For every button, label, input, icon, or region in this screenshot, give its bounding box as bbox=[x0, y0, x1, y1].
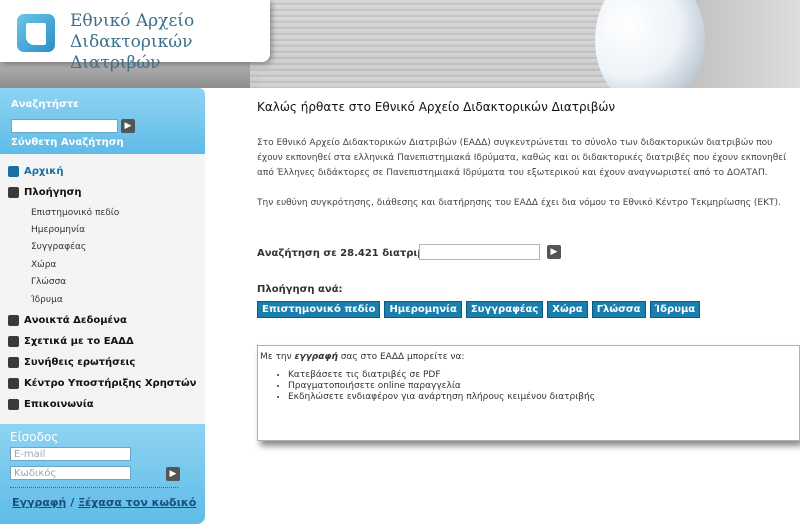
login-button[interactable]: ▶ bbox=[166, 467, 180, 481]
browse-author-button[interactable]: Συγγραφέας bbox=[465, 301, 544, 318]
sidebar-item-label: Συνήθεις ερωτήσεις bbox=[24, 357, 136, 368]
sidebar-item-navigation[interactable]: Πλοήγηση bbox=[8, 187, 82, 198]
sidebar-item-open-data[interactable]: Ανοικτά Δεδομένα bbox=[8, 315, 127, 326]
registration-suffix: σας στο ΕΑΔΔ μπορείτε να: bbox=[337, 352, 465, 362]
sidebar-item-label: Επικοινωνία bbox=[24, 399, 94, 410]
sidebar-item-faq[interactable]: Συνήθεις ερωτήσεις bbox=[8, 357, 135, 368]
page-curl-graphic bbox=[595, 0, 705, 88]
sidebar-item-label: Σχετικά με το ΕΑΔΔ bbox=[24, 336, 134, 347]
registration-benefits-list: Κατεβάσετε τις διατριβές σε PDF Πραγματο… bbox=[276, 370, 595, 403]
faq-icon bbox=[8, 357, 19, 368]
main-content: Καλώς ήρθατε στο Εθνικό Αρχείο Διδακτορι… bbox=[257, 88, 800, 532]
sidebar-subitem-language[interactable]: Γλώσσα bbox=[31, 277, 66, 287]
registration-title: Με την εγγραφή σας στο ΕΑΔΔ μπορείτε να: bbox=[260, 352, 464, 362]
open-data-icon bbox=[8, 315, 19, 326]
list-item: Κατεβάσετε τις διατριβές σε PDF bbox=[288, 370, 595, 381]
sidebar-item-home[interactable]: Αρχική bbox=[8, 166, 63, 177]
registration-link[interactable]: εγγραφή bbox=[295, 352, 338, 362]
login-links: Εγγραφή / Ξέχασα τον κωδικό bbox=[12, 496, 196, 509]
browse-date-button[interactable]: Ημερομηνία bbox=[384, 301, 462, 318]
header-banner: Εθνικό Αρχείο Διδακτορικών Διατριβών bbox=[0, 0, 800, 88]
sidebar-search-panel: Αναζητήστε ▶ Σύνθετη Αναζήτηση bbox=[0, 88, 205, 154]
intro-paragraph: Στο Εθνικό Αρχείο Διδακτορικών Διατριβών… bbox=[257, 138, 787, 178]
browse-institution-button[interactable]: Ίδρυμα bbox=[649, 301, 701, 318]
responsibility-paragraph: Την ευθύνη συγκρότησης, διάθεσης και δια… bbox=[257, 198, 781, 208]
sidebar-subitem-date[interactable]: Ημερομηνία bbox=[31, 225, 85, 235]
login-panel: Είσοδος E-mail Κωδικός ▶ Εγγραφή / Ξέχασ… bbox=[0, 424, 205, 524]
page-title: Καλώς ήρθατε στο Εθνικό Αρχείο Διδακτορι… bbox=[257, 100, 616, 114]
register-link[interactable]: Εγγραφή bbox=[12, 496, 66, 509]
sidebar-search-input[interactable] bbox=[11, 119, 118, 133]
info-icon bbox=[8, 336, 19, 347]
search-label: Αναζητήστε bbox=[11, 99, 79, 110]
sidebar: Αναζητήστε ▶ Σύνθετη Αναζήτηση Αρχική Πλ… bbox=[0, 88, 207, 528]
site-title-line1: Εθνικό Αρχείο bbox=[70, 11, 195, 31]
browse-field-button[interactable]: Επιστημονικό πεδίο bbox=[257, 301, 381, 318]
forgot-password-link[interactable]: Ξέχασα τον κωδικό bbox=[78, 496, 196, 509]
sidebar-item-contact[interactable]: Επικοινωνία bbox=[8, 399, 94, 410]
browse-label: Πλοήγηση ανά: bbox=[257, 284, 343, 295]
sidebar-item-label: Αρχική bbox=[24, 166, 64, 177]
logo-icon bbox=[17, 14, 55, 52]
site-title: Εθνικό Αρχείο Διδακτορικών Διατριβών bbox=[70, 11, 270, 74]
main-search-label: Αναζήτηση σε 28.421 διατριβές bbox=[257, 248, 436, 259]
sidebar-menu: Αρχική Πλοήγηση Επιστημονικό πεδίο Ημερο… bbox=[0, 154, 205, 424]
sidebar-subitem-country[interactable]: Χώρα bbox=[31, 260, 56, 270]
sidebar-search-button[interactable]: ▶ bbox=[121, 119, 135, 133]
contact-icon bbox=[8, 399, 19, 410]
sidebar-subitem-institution[interactable]: Ίδρυμα bbox=[31, 295, 63, 305]
email-field[interactable]: E-mail bbox=[10, 447, 131, 461]
link-separator: / bbox=[70, 496, 75, 509]
home-icon bbox=[8, 166, 19, 177]
sidebar-subitem-author[interactable]: Συγγραφέας bbox=[31, 242, 86, 252]
sidebar-item-label: Ανοικτά Δεδομένα bbox=[24, 315, 127, 326]
browse-buttons: Επιστημονικό πεδίο Ημερομηνία Συγγραφέας… bbox=[257, 301, 701, 318]
support-icon bbox=[8, 378, 19, 389]
browse-language-button[interactable]: Γλώσσα bbox=[591, 301, 646, 318]
navigation-icon bbox=[8, 187, 19, 198]
registration-box: Με την εγγραφή σας στο ΕΑΔΔ μπορείτε να:… bbox=[257, 345, 800, 441]
sidebar-item-label: Πλοήγηση bbox=[24, 187, 82, 198]
registration-prefix: Με την bbox=[260, 352, 295, 362]
sidebar-subitem-field[interactable]: Επιστημονικό πεδίο bbox=[31, 208, 119, 218]
site-logo[interactable]: Εθνικό Αρχείο Διδακτορικών Διατριβών bbox=[0, 0, 270, 73]
site-title-line2: Διδακτορικών Διατριβών bbox=[70, 32, 193, 73]
password-field[interactable]: Κωδικός bbox=[10, 466, 131, 480]
sidebar-item-support[interactable]: Κέντρο Υποστήριξης Χρηστών bbox=[8, 378, 196, 389]
advanced-search-link[interactable]: Σύνθετη Αναζήτηση bbox=[11, 137, 124, 148]
browse-country-button[interactable]: Χώρα bbox=[547, 301, 588, 318]
list-item: Εκδηλώσετε ενδιαφέρον για ανάρτηση πλήρο… bbox=[288, 392, 595, 403]
sidebar-item-about[interactable]: Σχετικά με το ΕΑΔΔ bbox=[8, 336, 134, 347]
main-search-input[interactable] bbox=[419, 244, 540, 260]
list-item: Πραγματοποιήσετε online παραγγελία bbox=[288, 381, 595, 392]
login-title: Είσοδος bbox=[10, 430, 59, 444]
main-search-button[interactable]: ▶ bbox=[547, 245, 561, 259]
sidebar-item-label: Κέντρο Υποστήριξης Χρηστών bbox=[24, 378, 197, 389]
divider bbox=[10, 487, 178, 488]
